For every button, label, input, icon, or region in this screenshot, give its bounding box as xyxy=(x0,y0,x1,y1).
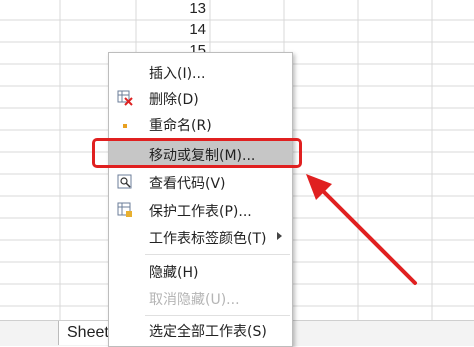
menu-separator xyxy=(145,315,290,316)
menu-item-label: 选定全部工作表(S) xyxy=(149,324,267,340)
menu-item-label: 查看代码(V) xyxy=(149,176,226,192)
menu-separator xyxy=(145,254,290,255)
menu-item-label: 删除(D) xyxy=(149,92,199,108)
cell-value[interactable]: 13 xyxy=(150,0,206,17)
menu-item-select-all-sheets[interactable]: 选定全部工作表(S) xyxy=(109,317,292,343)
menu-item-delete[interactable]: 删除(D) xyxy=(109,85,292,111)
menu-item-label: 隐藏(H) xyxy=(149,265,199,281)
protect-sheet-icon xyxy=(117,202,133,218)
menu-item-view-code[interactable]: 查看代码(V) xyxy=(109,169,292,195)
view-code-icon xyxy=(117,174,133,190)
delete-sheet-icon xyxy=(117,90,133,106)
menu-item-label: 保护工作表(P)... xyxy=(149,204,252,220)
rename-icon xyxy=(117,116,133,132)
menu-item-label: 工作表标签颜色(T) xyxy=(149,231,267,247)
annotation-highlight-box xyxy=(92,138,302,168)
menu-item-label: 取消隐藏(U)... xyxy=(149,292,240,308)
chevron-right-icon xyxy=(277,232,282,240)
menu-item-tab-color[interactable]: 工作表标签颜色(T) xyxy=(109,224,292,250)
menu-item-insert[interactable]: 插入(I)... xyxy=(109,59,292,85)
menu-item-protect-sheet[interactable]: 保护工作表(P)... xyxy=(109,197,292,223)
sheet-tab-context-menu: 插入(I)... 删除(D) 重命名(R) 移动或复制(M)... 查看代码(V… xyxy=(108,52,293,347)
menu-item-label: 插入(I)... xyxy=(149,66,206,82)
cell-value[interactable]: 14 xyxy=(150,21,206,38)
menu-item-rename[interactable]: 重命名(R) xyxy=(109,111,292,137)
menu-item-label: 重命名(R) xyxy=(149,118,212,134)
menu-item-unhide: 取消隐藏(U)... xyxy=(109,285,292,311)
menu-item-hide[interactable]: 隐藏(H) xyxy=(109,258,292,284)
